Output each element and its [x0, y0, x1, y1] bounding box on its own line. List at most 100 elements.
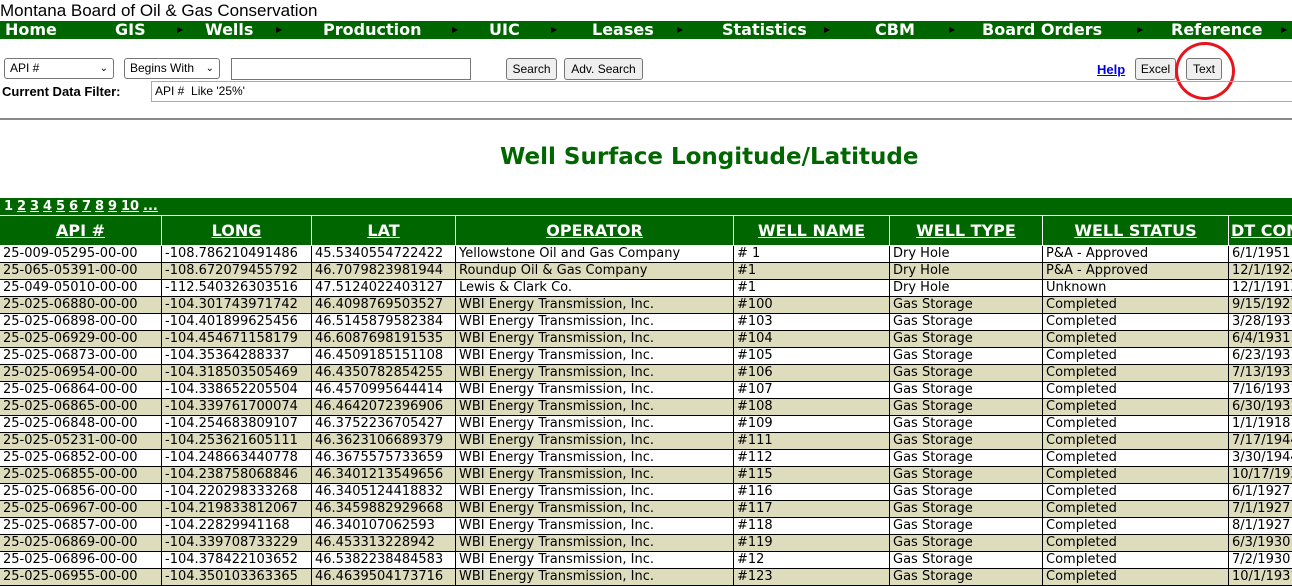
cell-well-status: Completed [1042, 450, 1228, 466]
field-select[interactable]: API # ⌄ [4, 58, 114, 79]
column-header-well-name[interactable]: WELL NAME [733, 216, 889, 245]
cell-lat: 46.453313228942 [311, 535, 455, 551]
nav-board-orders[interactable]: Board Orders [982, 21, 1102, 39]
nav-statistics[interactable]: Statistics [722, 21, 807, 39]
table-row[interactable]: 25-065-05391-00-00 -108.672079455792 46.70… [0, 263, 1292, 280]
table-row[interactable]: 25-025-05231-00-00 -104.253621605111 46.36… [0, 433, 1292, 450]
page-title: Well Surface Longitude/Latitude [500, 144, 919, 170]
table-row[interactable]: 25-025-06967-00-00 -104.219833812067 46.34… [0, 501, 1292, 518]
page-link[interactable]: 3 [30, 199, 39, 214]
cell-lat: 46.4570995644414 [311, 382, 455, 398]
cell-dt-comp: 3/30/1944 [1228, 450, 1292, 466]
table-row[interactable]: 25-025-06865-00-00 -104.339761700074 46.46… [0, 399, 1292, 416]
cell-long: -108.786210491486 [161, 246, 311, 262]
table-row[interactable]: 25-025-06929-00-00 -104.454671158179 46.60… [0, 331, 1292, 348]
table-row[interactable]: 25-025-06852-00-00 -104.248663440778 46.36… [0, 450, 1292, 467]
cell-api: 25-009-05295-00-00 [3, 246, 138, 261]
cell-dt-comp: 1/1/1918 [1228, 416, 1292, 432]
operator-select[interactable]: Begins With ⌄ [124, 58, 220, 79]
cell-long: -104.454671158179 [161, 331, 311, 347]
column-header-api[interactable]: API # [0, 216, 161, 245]
table-row[interactable]: 25-025-06898-00-00 -104.401899625456 46.51… [0, 314, 1292, 331]
nav-home[interactable]: Home [5, 21, 57, 39]
cell-well-status: Completed [1042, 484, 1228, 500]
cell-lat: 46.3405124418832 [311, 484, 455, 500]
page-link-more[interactable]: ... [143, 199, 158, 214]
cell-well-type: Gas Storage [889, 314, 1042, 330]
page-link[interactable]: 2 [17, 199, 26, 214]
page-link[interactable]: 6 [69, 199, 78, 214]
table-row[interactable]: 25-025-06856-00-00 -104.220298333268 46.34… [0, 484, 1292, 501]
triangle-right-icon: ▶ [824, 25, 831, 34]
table-row[interactable]: 25-025-06880-00-00 -104.301743971742 46.40… [0, 297, 1292, 314]
column-header-well-status[interactable]: WELL STATUS [1042, 216, 1228, 245]
cell-well-type: Dry Hole [889, 280, 1042, 296]
table-row[interactable]: 25-049-05010-00-00 -112.540326303516 47.51… [0, 280, 1292, 297]
table-row[interactable]: 25-025-06954-00-00 -104.318503505469 46.43… [0, 365, 1292, 382]
table-row[interactable]: 25-025-06864-00-00 -104.338652205504 46.45… [0, 382, 1292, 399]
column-header-operator[interactable]: OPERATOR [455, 216, 733, 245]
page-link[interactable]: 8 [95, 199, 104, 214]
table-row[interactable]: 25-025-06896-00-00 -104.378422103652 46.53… [0, 552, 1292, 569]
nav-gis[interactable]: GIS [115, 21, 146, 39]
cell-well-type: Gas Storage [889, 501, 1042, 517]
cell-well-type: Gas Storage [889, 348, 1042, 364]
cell-long: -108.672079455792 [161, 263, 311, 279]
cell-lat: 46.3401213549656 [311, 467, 455, 483]
cell-well-name: #1 [733, 280, 889, 296]
nav-uic[interactable]: UIC [489, 21, 520, 39]
cell-well-status: Completed [1042, 348, 1228, 364]
cell-well-name: #1 [733, 263, 889, 279]
help-link[interactable]: Help [1097, 62, 1125, 77]
table-row[interactable]: 25-025-06855-00-00 -104.238758068846 46.34… [0, 467, 1292, 484]
table-row[interactable]: 25-025-06848-00-00 -104.254683809107 46.37… [0, 416, 1292, 433]
excel-button[interactable]: Excel [1135, 58, 1176, 80]
page-link[interactable]: 7 [82, 199, 91, 214]
cell-lat: 46.3752236705427 [311, 416, 455, 432]
cell-lat: 46.3623106689379 [311, 433, 455, 449]
nav-leases[interactable]: Leases [592, 21, 654, 39]
cell-well-name: #12 [733, 552, 889, 568]
cell-dt-comp: 7/2/1930 [1228, 552, 1292, 568]
cell-well-name: #118 [733, 518, 889, 534]
triangle-right-icon: ▶ [452, 25, 459, 34]
search-button[interactable]: Search [506, 58, 557, 80]
nav-reference[interactable]: Reference [1171, 21, 1262, 39]
cell-well-status: P&A - Approved [1042, 263, 1228, 279]
table-row[interactable]: 25-025-06955-00-00 -104.350103363365 46.46… [0, 569, 1292, 586]
page-link[interactable]: 9 [108, 199, 117, 214]
chevron-down-icon: ⌄ [99, 63, 108, 74]
cell-operator: Lewis & Clark Co. [455, 280, 733, 296]
table-row[interactable]: 25-009-05295-00-00 -108.786210491486 45.53… [0, 246, 1292, 263]
table-row[interactable]: 25-025-06873-00-00 -104.35364288337 46.450… [0, 348, 1292, 365]
cell-lat: 46.3675575733659 [311, 450, 455, 466]
column-header-dt-comp[interactable]: DT COMP [1228, 216, 1292, 245]
cell-well-status: Completed [1042, 501, 1228, 517]
table-row[interactable]: 25-025-06869-00-00 -104.339708733229 46.45… [0, 535, 1292, 552]
column-header-long[interactable]: LONG [161, 216, 311, 245]
cell-api: 25-025-06848-00-00 [3, 416, 138, 431]
cell-well-name: #108 [733, 399, 889, 415]
adv-search-button[interactable]: Adv. Search [564, 58, 643, 80]
cell-api: 25-025-06967-00-00 [3, 501, 138, 516]
cell-well-type: Gas Storage [889, 450, 1042, 466]
filter-label: Current Data Filter: [2, 84, 121, 99]
cell-well-status: Completed [1042, 535, 1228, 551]
main-nav: Home GIS ▶ Wells ▶ Production ▶ UIC ▶ Le… [0, 21, 1292, 39]
cell-operator: WBI Energy Transmission, Inc. [455, 518, 733, 534]
cell-lat: 46.5382238484583 [311, 552, 455, 568]
search-input[interactable] [231, 58, 471, 80]
triangle-right-icon: ▶ [677, 25, 684, 34]
column-header-lat[interactable]: LAT [311, 216, 455, 245]
page-link[interactable]: 5 [56, 199, 65, 214]
pager: 1 2 3 4 5 6 7 8 9 10 ... [0, 198, 1292, 215]
table-row[interactable]: 25-025-06857-00-00 -104.22829941168 46.340… [0, 518, 1292, 535]
cell-lat: 46.4642072396906 [311, 399, 455, 415]
page-link[interactable]: 10 [121, 199, 139, 214]
page-link[interactable]: 4 [43, 199, 52, 214]
nav-wells[interactable]: Wells [205, 21, 253, 39]
nav-cbm[interactable]: CBM [875, 21, 915, 39]
cell-long: -104.338652205504 [161, 382, 311, 398]
column-header-well-type[interactable]: WELL TYPE [889, 216, 1042, 245]
nav-production[interactable]: Production [323, 21, 421, 39]
